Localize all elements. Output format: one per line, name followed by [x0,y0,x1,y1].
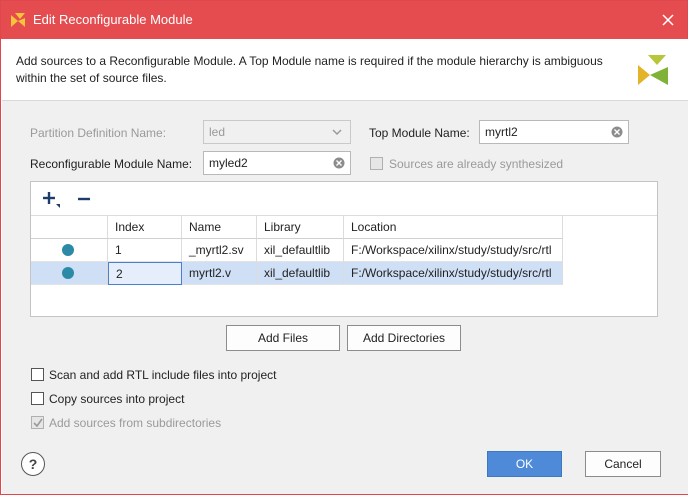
edit-reconfigurable-module-dialog: Edit Reconfigurable Module Add sources t… [0,0,688,495]
location-cell: F:/Workspace/xilinx/study/study/src/rtl [344,239,563,262]
window-title: Edit Reconfigurable Module [33,12,193,27]
checkmark-icon [33,418,43,428]
library-cell: xil_defaultlib [257,262,344,285]
dialog-description: Add sources to a Reconfigurable Module. … [16,54,603,85]
copy-sources-checkbox[interactable] [31,392,44,405]
ok-button[interactable]: OK [487,451,562,477]
status-dot-icon [62,267,74,279]
add-icon[interactable] [39,188,61,210]
column-header-status [31,216,108,239]
scan-rtl-checkbox[interactable] [31,368,44,381]
synthesized-checkbox[interactable] [370,157,383,170]
synthesized-label: Sources are already synthesized [389,157,564,171]
partition-definition-combo: led [203,120,351,144]
rm-name-value: myled2 [209,156,248,170]
name-cell: _myrtl2.sv [182,239,257,262]
table-row[interactable]: 2 myrtl2.v xil_defaultlib F:/Workspace/x… [31,262,563,285]
dialog-header: Add sources to a Reconfigurable Module. … [2,39,688,101]
cancel-button[interactable]: Cancel [585,451,661,477]
column-header-index[interactable]: Index [108,216,182,239]
vivado-logo-icon [638,55,668,85]
vivado-app-icon [11,13,25,27]
status-cell [31,239,108,262]
title-bar[interactable]: Edit Reconfigurable Module [1,1,687,39]
partition-definition-label: Partition Definition Name: [30,126,167,140]
rm-name-input[interactable]: myled2 [203,151,351,175]
add-directories-button[interactable]: Add Directories [347,325,461,351]
status-dot-icon [62,244,74,256]
top-module-value: myrtl2 [485,125,518,139]
remove-icon[interactable] [73,188,95,210]
status-cell [31,262,108,285]
close-icon[interactable] [657,9,679,31]
column-header-name[interactable]: Name [182,216,257,239]
help-button[interactable]: ? [21,452,45,476]
add-files-button[interactable]: Add Files [226,325,340,351]
table-toolbar [31,182,657,216]
scan-rtl-label: Scan and add RTL include files into proj… [49,368,277,382]
partition-definition-value: led [209,125,226,139]
chevron-down-icon [332,129,342,136]
clear-icon[interactable] [611,126,623,138]
rm-name-label: Reconfigurable Module Name: [30,157,193,171]
location-cell: F:/Workspace/xilinx/study/study/src/rtl [344,262,563,285]
top-module-input[interactable]: myrtl2 [479,120,629,144]
top-module-label: Top Module Name: [369,126,470,140]
column-header-library[interactable]: Library [257,216,344,239]
clear-icon[interactable] [333,157,345,169]
table-row[interactable]: 1 _myrtl2.sv xil_defaultlib F:/Workspace… [31,239,563,262]
table-header-row: Index Name Library Location [31,216,563,239]
index-cell[interactable]: 2 [108,262,182,285]
add-subdirs-checkbox[interactable] [31,416,44,429]
copy-sources-label: Copy sources into project [49,392,185,406]
column-header-location[interactable]: Location [344,216,563,239]
add-subdirs-label: Add sources from subdirectories [49,416,222,430]
library-cell: xil_defaultlib [257,239,344,262]
index-cell: 1 [108,239,182,262]
name-cell: myrtl2.v [182,262,257,285]
sources-table-panel: Index Name Library Location 1 _myrtl2.sv… [30,181,658,317]
